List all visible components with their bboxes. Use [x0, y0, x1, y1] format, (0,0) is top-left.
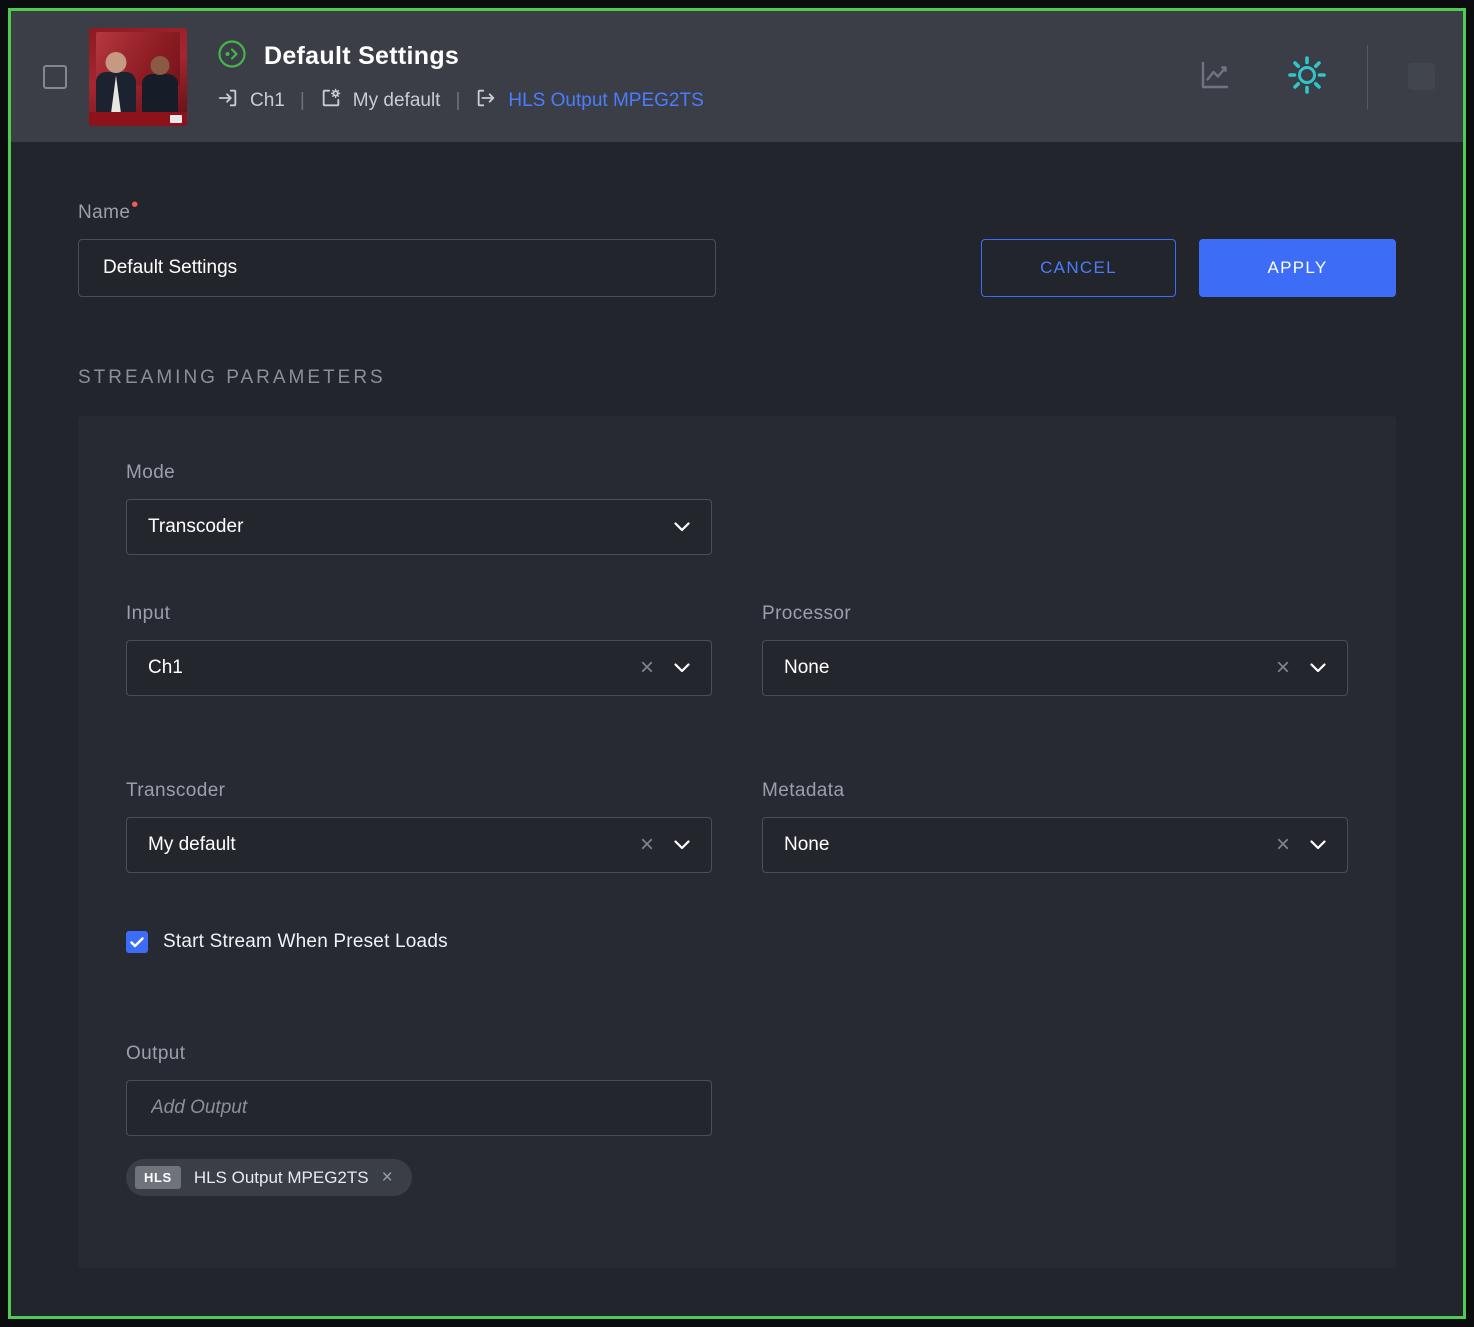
clear-icon[interactable]: ×	[1276, 833, 1290, 857]
lower-third-strip	[89, 112, 187, 126]
input-icon	[217, 87, 239, 115]
breadcrumb-output-link[interactable]: HLS Output MPEG2TS	[508, 90, 703, 112]
clear-icon[interactable]: ×	[640, 833, 654, 857]
page-title: Default Settings	[264, 42, 459, 71]
statistics-button[interactable]	[1197, 57, 1233, 96]
stream-preview-thumbnail	[89, 28, 187, 126]
stream-status-icon	[217, 39, 247, 74]
mode-value: Transcoder	[148, 516, 674, 538]
collapse-toggle-button[interactable]	[1408, 63, 1435, 90]
apply-button[interactable]: APPLY	[1199, 239, 1396, 297]
transcoder-field: Transcoder My default ×	[126, 780, 712, 873]
mode-label: Mode	[126, 462, 712, 484]
transcoder-label: Transcoder	[126, 780, 712, 802]
select-checkbox[interactable]	[43, 65, 67, 89]
breadcrumb-transcoder[interactable]: My default	[353, 90, 441, 112]
input-label: Input	[126, 603, 712, 625]
metadata-value: None	[784, 834, 1276, 856]
output-chip-label: HLS Output MPEG2TS	[194, 1168, 369, 1188]
transcoder-value: My default	[148, 834, 640, 856]
chevron-down-icon	[1310, 840, 1326, 850]
output-icon	[475, 87, 497, 115]
output-label: Output	[126, 1043, 1348, 1065]
breadcrumb-separator: |	[452, 90, 463, 112]
chevron-down-icon	[674, 663, 690, 673]
name-input[interactable]	[78, 239, 716, 297]
breadcrumb: Ch1 | My default |	[217, 87, 704, 115]
processor-select[interactable]: None ×	[762, 640, 1348, 696]
transcoder-select[interactable]: My default ×	[126, 817, 712, 873]
metadata-select[interactable]: None ×	[762, 817, 1348, 873]
settings-window: Default Settings Ch1 |	[8, 8, 1466, 1319]
input-field: Input Ch1 ×	[126, 603, 712, 696]
add-output-input[interactable]	[126, 1080, 712, 1136]
clear-icon[interactable]: ×	[1276, 656, 1290, 680]
header-divider	[1367, 45, 1368, 109]
gear-icon	[1287, 55, 1327, 98]
transcoder-preset-icon	[320, 87, 342, 115]
streaming-parameters-heading: STREAMING PARAMETERS	[78, 367, 1396, 389]
metadata-field: Metadata None ×	[762, 780, 1348, 873]
check-icon	[130, 937, 144, 948]
settings-content: Name• CANCEL APPLY STREAMING PARAMETERS …	[11, 142, 1463, 1316]
streaming-parameters-panel: Mode Transcoder Input Ch1 ×	[78, 416, 1396, 1268]
output-field: Output	[126, 1043, 1348, 1136]
header-bar: Default Settings Ch1 |	[11, 11, 1463, 142]
cancel-button[interactable]: CANCEL	[981, 239, 1176, 297]
required-marker: •	[131, 194, 138, 216]
input-value: Ch1	[148, 657, 640, 679]
processor-value: None	[784, 657, 1276, 679]
name-label: Name•	[78, 202, 1396, 224]
chevron-down-icon	[674, 840, 690, 850]
breadcrumb-separator: |	[297, 90, 308, 112]
processor-field: Processor None ×	[762, 603, 1348, 696]
mode-select[interactable]: Transcoder	[126, 499, 712, 555]
start-stream-checkbox[interactable]	[126, 931, 148, 953]
name-row: CANCEL APPLY	[78, 239, 1396, 297]
output-chip: HLS HLS Output MPEG2TS ×	[126, 1159, 412, 1196]
anchor-left	[96, 52, 136, 114]
title-block: Default Settings Ch1 |	[217, 39, 704, 115]
anchor-right	[142, 56, 178, 114]
metadata-label: Metadata	[762, 780, 1348, 802]
hls-badge: HLS	[135, 1166, 181, 1189]
start-stream-label: Start Stream When Preset Loads	[163, 931, 448, 953]
processor-label: Processor	[762, 603, 1348, 625]
breadcrumb-input[interactable]: Ch1	[250, 90, 285, 112]
settings-button[interactable]	[1287, 55, 1327, 98]
clear-icon[interactable]: ×	[640, 656, 654, 680]
chevron-down-icon	[1310, 663, 1326, 673]
chip-remove-icon[interactable]: ×	[382, 1168, 393, 1187]
mode-field: Mode Transcoder	[126, 462, 712, 555]
input-select[interactable]: Ch1 ×	[126, 640, 712, 696]
header-actions	[1197, 45, 1435, 109]
start-stream-checkbox-row[interactable]: Start Stream When Preset Loads	[126, 931, 1348, 953]
chart-icon	[1197, 57, 1233, 96]
chevron-down-icon	[674, 522, 690, 532]
